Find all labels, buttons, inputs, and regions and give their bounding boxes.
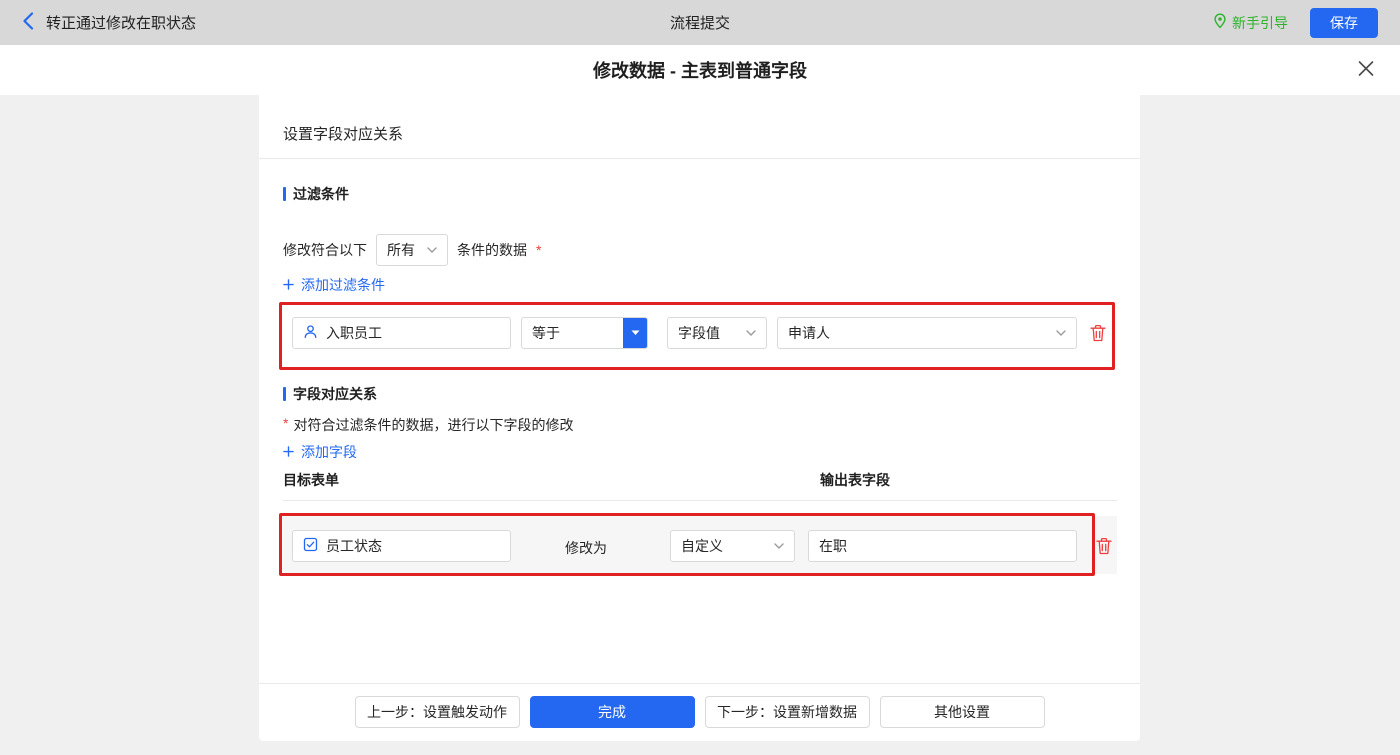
operator-value: 等于: [532, 325, 560, 341]
beginner-guide-button[interactable]: 新手引导: [1213, 13, 1288, 33]
topbar-right: 新手引导 保存: [1213, 7, 1378, 38]
beginner-guide-label: 新手引导: [1232, 14, 1288, 31]
filter-value-select[interactable]: 申请人: [777, 317, 1077, 349]
chevron-down-icon: [774, 543, 784, 549]
location-pin-icon: [1213, 13, 1227, 32]
filter-section-label: 过滤条件: [293, 186, 349, 202]
column-header-divider: [283, 500, 1117, 501]
match-mode-value: 所有: [387, 242, 415, 258]
save-button[interactable]: 保存: [1310, 7, 1378, 38]
value-mode-value: 自定义: [681, 538, 723, 554]
chevron-down-icon: [1056, 330, 1066, 336]
plus-icon: [283, 444, 294, 460]
modify-to-label: 修改为: [565, 540, 607, 556]
operator-caret-button[interactable]: [623, 318, 647, 348]
target-field-input[interactable]: 员工状态: [292, 530, 511, 562]
custom-value-text: 在职: [819, 538, 847, 554]
footer-divider: [259, 683, 1140, 684]
footer-actions: 上一步：设置触发动作 完成 下一步：设置新增数据 其他设置: [259, 696, 1140, 728]
match-mode-select[interactable]: 所有: [376, 234, 448, 266]
person-icon: [303, 324, 318, 342]
mapping-section-heading: 字段对应关系: [283, 384, 377, 404]
value-type-select[interactable]: 字段值: [667, 317, 767, 349]
add-field-link[interactable]: 添加字段: [283, 442, 357, 462]
filter-field-input[interactable]: 入职员工: [292, 317, 511, 349]
mapping-section-label: 字段对应关系: [293, 386, 377, 402]
add-filter-condition-link[interactable]: 添加过滤条件: [283, 275, 385, 295]
add-filter-condition-label: 添加过滤条件: [301, 277, 385, 293]
required-asterisk: *: [283, 415, 289, 431]
back-button[interactable]: [22, 12, 34, 33]
custom-value-input[interactable]: 在职: [808, 530, 1077, 562]
condition-prefix: 修改符合以下: [283, 242, 367, 258]
panel-title-divider: [259, 158, 1140, 159]
condition-suffix: 条件的数据: [457, 242, 527, 258]
mapping-description: * 对符合过滤条件的数据，进行以下字段的修改: [283, 415, 573, 435]
value-type-value: 字段值: [678, 325, 720, 341]
delete-filter-row-button[interactable]: [1090, 324, 1106, 345]
checkbox-field-icon: [303, 537, 318, 555]
workflow-title: 转正通过修改在职状态: [46, 15, 197, 32]
filter-field-value: 入职员工: [326, 325, 382, 341]
chevron-down-icon: [746, 330, 756, 336]
topbar-left: 转正通过修改在职状态: [22, 12, 196, 33]
trash-icon: [1090, 324, 1106, 345]
back-chevron-icon: [22, 12, 34, 33]
next-step-button[interactable]: 下一步：设置新增数据: [704, 696, 870, 728]
mapping-description-text: 对符合过滤条件的数据，进行以下字段的修改: [293, 417, 574, 433]
operator-select[interactable]: 等于: [521, 317, 648, 349]
column-header-output-field: 输出表字段: [820, 472, 890, 488]
modal-header: 修改数据 - 主表到普通字段: [0, 45, 1400, 95]
filter-section-heading: 过滤条件: [283, 184, 349, 204]
trash-icon: [1096, 537, 1112, 558]
target-field-value: 员工状态: [326, 538, 382, 554]
section-accent-bar: [283, 387, 286, 401]
prev-step-button[interactable]: 上一步：设置触发动作: [354, 696, 520, 728]
field-mapping-panel: 设置字段对应关系 过滤条件 修改符合以下 所有 条件的数据 * 添加过滤条件 入…: [259, 95, 1140, 741]
delete-mapping-row-button[interactable]: [1096, 537, 1112, 558]
close-icon: [1358, 61, 1374, 80]
done-button[interactable]: 完成: [529, 696, 695, 728]
chevron-down-icon: [427, 247, 437, 253]
required-asterisk: *: [536, 242, 542, 258]
other-settings-button[interactable]: 其他设置: [879, 696, 1045, 728]
column-header-target-form: 目标表单: [283, 472, 339, 488]
plus-icon: [283, 277, 294, 293]
panel-title: 设置字段对应关系: [283, 126, 404, 143]
topbar: 转正通过修改在职状态 流程提交 新手引导 保存: [0, 0, 1400, 45]
value-mode-select[interactable]: 自定义: [670, 530, 795, 562]
close-button[interactable]: [1358, 61, 1374, 80]
modal-title: 修改数据 - 主表到普通字段: [593, 61, 807, 81]
add-field-label: 添加字段: [301, 444, 357, 460]
filter-value: 申请人: [788, 325, 830, 341]
topbar-center-title: 流程提交: [669, 15, 731, 32]
filter-condition-line: 修改符合以下 所有 条件的数据 *: [283, 234, 541, 266]
section-accent-bar: [283, 187, 286, 201]
